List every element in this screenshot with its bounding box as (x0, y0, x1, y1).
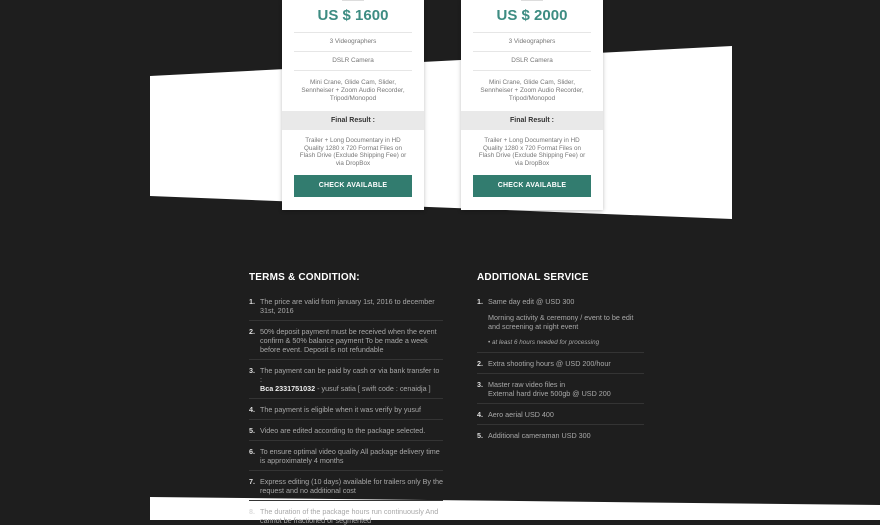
list-item: 3. Master raw video files in External har… (477, 374, 644, 404)
final-result-label: Final Result : (282, 111, 424, 130)
card-feature: Mini Crane, Glide Cam, Slider, Sennheise… (301, 79, 405, 102)
card-divider (473, 70, 591, 71)
bank-details: - yusuf satia [ swift code : cenaidja ] (315, 384, 431, 393)
list-text: Extra shooting hours @ USD 200/hour (488, 359, 611, 368)
list-text: Master raw video files in External hard d… (477, 380, 644, 398)
list-number: 1. (477, 297, 483, 306)
list-number: 3. (249, 366, 255, 375)
list-item: 2. Extra shooting hours @ USD 200/hour (477, 353, 644, 374)
list-item: 4. The payment is eligible when it was v… (249, 399, 443, 420)
list-text: Aero aerial USD 400 (488, 410, 554, 419)
terms-list: 1. The price are valid from january 1st,… (249, 297, 443, 525)
list-number: 5. (249, 426, 255, 435)
list-number: 5. (477, 431, 483, 440)
final-result-text: Trailer + Long Documentary in HD Quality… (478, 137, 586, 167)
list-text: Same day edit @ USD 300 (488, 297, 575, 306)
pricing-card-2000: US $ 2000 3 Videographers DSLR Camera Mi… (461, 0, 603, 210)
list-item: 6. To ensure optimal video quality All p… (249, 441, 443, 471)
card-price: US $ 2000 (496, 7, 568, 24)
card-divider (294, 32, 412, 33)
additional-service-title: ADDITIONAL SERVICE (477, 272, 589, 283)
list-text: The payment can be paid by cash or via b… (249, 366, 443, 393)
list-number: 4. (477, 410, 483, 419)
list-item: 1. Same day edit @ USD 300 Morning activ… (477, 297, 644, 353)
card-feature: Mini Crane, Glide Cam, Slider, Sennheise… (480, 79, 584, 102)
list-text: 50% deposit payment must be received whe… (260, 327, 437, 354)
list-note: • at least 6 hours needed for processing (488, 339, 600, 346)
card-feature: DSLR Camera (332, 57, 374, 64)
list-item: 4. Aero aerial USD 400 (477, 404, 644, 425)
list-item: 2. 50% deposit payment must be received … (249, 321, 443, 360)
list-item: 5. Video are edited according to the pac… (249, 420, 443, 441)
list-text: The price are valid from january 1st, 20… (260, 297, 435, 315)
list-item: 3. The payment can be paid by cash or vi… (249, 360, 443, 399)
list-number: 1. (249, 297, 255, 306)
list-number: 2. (249, 327, 255, 336)
card-feature: DSLR Camera (511, 57, 553, 64)
check-available-button[interactable]: CHECK AVAILABLE (294, 175, 412, 197)
list-item: 1. The price are valid from january 1st,… (249, 297, 443, 321)
check-available-button[interactable]: CHECK AVAILABLE (473, 175, 591, 197)
list-number: 2. (477, 359, 483, 368)
bank-account: Bca 2331751032 (260, 384, 316, 393)
card-feature: 3 Videographers (329, 38, 377, 45)
list-number: 4. (249, 405, 255, 414)
card-divider (294, 51, 412, 52)
list-text-line: External hard drive 500gb @ USD 200 (488, 389, 611, 398)
list-subtext: Morning activity & ceremony / event to b… (488, 313, 634, 331)
card-divider (473, 51, 591, 52)
list-text-line: Master raw video files in (488, 380, 566, 389)
card-divider (294, 70, 412, 71)
pricing-card-1600: US $ 1600 3 Videographers DSLR Camera Mi… (282, 0, 424, 210)
card-price: US $ 1600 (317, 7, 389, 24)
card-divider (473, 32, 591, 33)
final-result-label: Final Result : (461, 111, 603, 130)
list-text: The duration of the package hours run co… (260, 507, 439, 525)
list-number: 7. (249, 477, 255, 486)
card-top-divider (521, 0, 543, 1)
list-number: 6. (249, 447, 255, 456)
list-text: To ensure optimal video quality All pack… (260, 447, 440, 465)
final-result-text: Trailer + Long Documentary in HD Quality… (299, 137, 407, 167)
terms-title: TERMS & CONDITION: (249, 272, 360, 283)
list-item: 8. The duration of the package hours run… (249, 501, 443, 525)
list-number: 3. (477, 380, 483, 389)
card-feature: 3 Videographers (508, 38, 556, 45)
list-item: 5. Additional cameraman USD 300 (477, 425, 644, 440)
additional-service-list: 1. Same day edit @ USD 300 Morning activ… (477, 297, 644, 440)
list-number: 8. (249, 507, 255, 516)
card-top-divider (342, 0, 364, 1)
list-text: Additional cameraman USD 300 (488, 431, 591, 440)
list-text: Video are edited according to the packag… (260, 426, 426, 435)
list-text: Express editing (10 days) available for … (260, 477, 443, 495)
payment-text: The payment can be paid by cash or via b… (260, 366, 440, 384)
list-text: The payment is eligible when it was veri… (260, 405, 421, 414)
list-item: 7. Express editing (10 days) available f… (249, 471, 443, 501)
